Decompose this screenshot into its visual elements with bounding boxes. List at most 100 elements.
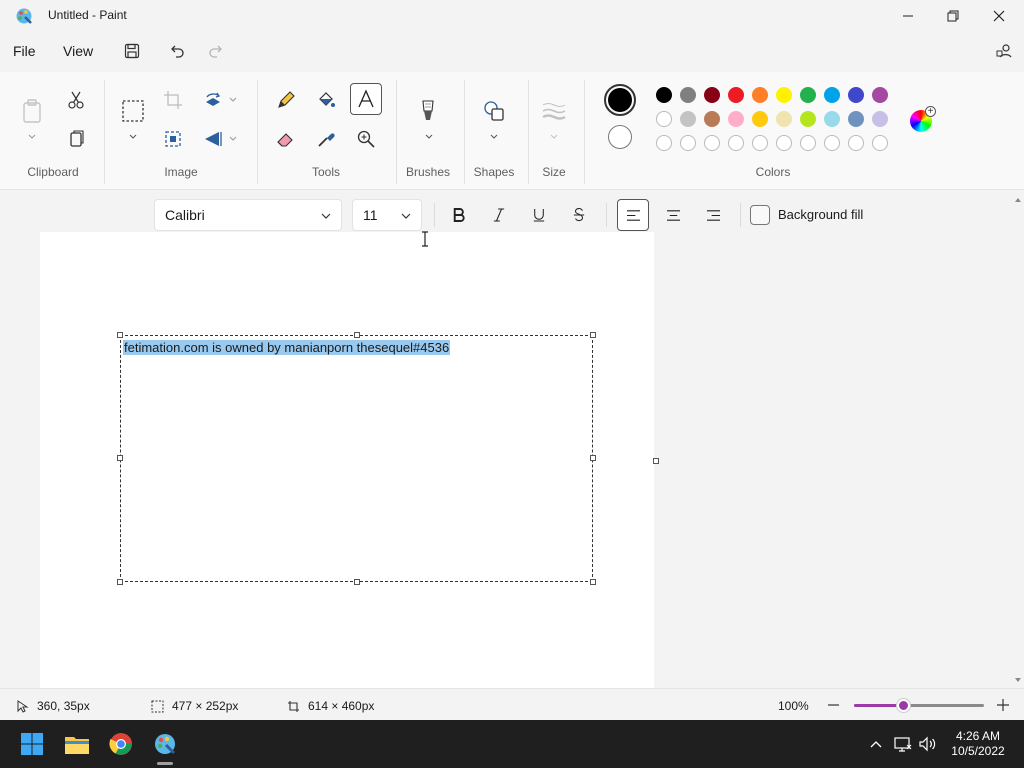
font-family-dropdown[interactable]: Calibri [154, 199, 342, 231]
custom-color-slot[interactable] [704, 135, 720, 151]
chrome-icon[interactable] [107, 730, 135, 758]
size-icon[interactable] [539, 96, 569, 126]
selected-text[interactable]: fetimation.com is owned by manianporn th… [123, 340, 451, 355]
color-swatch[interactable] [824, 87, 840, 103]
custom-color-slot[interactable] [728, 135, 744, 151]
drawing-canvas[interactable]: fetimation.com is owned by manianporn th… [40, 232, 659, 688]
color-swatch[interactable] [656, 111, 672, 127]
fill-icon[interactable] [311, 85, 341, 115]
color-swatch[interactable] [776, 87, 792, 103]
resize-handle-top[interactable] [354, 332, 360, 338]
custom-color-slot[interactable] [848, 135, 864, 151]
restore-button[interactable] [930, 0, 976, 32]
color-swatch[interactable] [680, 87, 696, 103]
file-explorer-icon[interactable] [63, 730, 91, 758]
custom-color-slot[interactable] [872, 135, 888, 151]
underline-button[interactable] [523, 199, 555, 231]
show-hidden-icons-chevron-icon[interactable] [866, 734, 886, 754]
resize-icon[interactable] [158, 124, 188, 154]
custom-color-slot[interactable] [656, 135, 672, 151]
canvas-resize-handle[interactable] [653, 458, 659, 464]
minimize-button[interactable] [885, 0, 931, 32]
color-swatch[interactable] [704, 87, 720, 103]
select-rectangle-icon[interactable] [116, 94, 150, 128]
network-icon[interactable] [893, 734, 913, 754]
resize-handle-bottom-left[interactable] [117, 579, 123, 585]
flip-chevron-icon[interactable] [229, 136, 237, 142]
color-swatch[interactable] [848, 87, 864, 103]
edit-colors-icon[interactable]: + [910, 106, 936, 132]
resize-handle-top-right[interactable] [590, 332, 596, 338]
zoom-slider-thumb[interactable] [897, 699, 911, 712]
taskbar-clock[interactable]: 4:26 AM 10/5/2022 [945, 729, 1011, 759]
resize-handle-left[interactable] [117, 455, 123, 461]
color-swatch[interactable] [776, 111, 792, 127]
close-button[interactable] [976, 0, 1022, 32]
eraser-icon[interactable] [271, 124, 301, 154]
color-swatch[interactable] [800, 111, 816, 127]
pencil-icon[interactable] [271, 85, 301, 115]
zoom-out-icon[interactable] [828, 704, 839, 706]
custom-color-slot[interactable] [680, 135, 696, 151]
color-swatch[interactable] [752, 87, 768, 103]
redo-icon[interactable] [206, 41, 226, 61]
align-center-button[interactable] [657, 199, 689, 231]
select-chevron-icon[interactable] [129, 134, 137, 140]
save-icon[interactable] [122, 41, 142, 61]
shapes-chevron-icon[interactable] [490, 134, 498, 140]
magnifier-icon[interactable] [351, 124, 381, 154]
secondary-color-selector[interactable] [608, 125, 632, 149]
brushes-chevron-icon[interactable] [425, 134, 433, 140]
color-swatch[interactable] [656, 87, 672, 103]
color-swatch[interactable] [872, 111, 888, 127]
brush-icon[interactable] [413, 94, 443, 128]
size-chevron-icon[interactable] [550, 134, 558, 140]
menu-view[interactable]: View [63, 43, 93, 59]
start-menu-icon[interactable] [18, 730, 46, 758]
flip-icon[interactable] [198, 124, 228, 154]
crop-icon[interactable] [158, 85, 188, 115]
strikethrough-button[interactable] [563, 199, 595, 231]
zoom-in-icon[interactable] [997, 699, 1009, 711]
color-swatch[interactable] [800, 87, 816, 103]
text-box[interactable]: fetimation.com is owned by manianporn th… [117, 332, 596, 585]
copy-icon[interactable] [61, 124, 91, 154]
custom-color-slot[interactable] [824, 135, 840, 151]
shapes-icon[interactable] [479, 96, 509, 126]
undo-icon[interactable] [167, 41, 187, 61]
resize-handle-bottom-right[interactable] [590, 579, 596, 585]
color-swatch[interactable] [728, 111, 744, 127]
color-picker-icon[interactable] [311, 124, 341, 154]
rotate-icon[interactable] [198, 85, 228, 115]
custom-color-slot[interactable] [800, 135, 816, 151]
paste-chevron-icon[interactable] [28, 134, 36, 140]
font-size-dropdown[interactable]: 11 [352, 199, 422, 231]
volume-icon[interactable] [918, 734, 938, 754]
custom-color-slot[interactable] [776, 135, 792, 151]
color-swatch[interactable] [680, 111, 696, 127]
vertical-scrollbar[interactable] [1012, 191, 1024, 688]
color-swatch[interactable] [848, 111, 864, 127]
align-left-button[interactable] [617, 199, 649, 231]
bold-button[interactable] [443, 199, 475, 231]
align-right-button[interactable] [697, 199, 729, 231]
color-swatch[interactable] [704, 111, 720, 127]
color-swatch[interactable] [824, 111, 840, 127]
background-fill-checkbox[interactable] [750, 205, 770, 225]
rotate-chevron-icon[interactable] [229, 97, 237, 103]
color-swatch[interactable] [752, 111, 768, 127]
scroll-down-icon[interactable] [1014, 676, 1022, 684]
resize-handle-right[interactable] [590, 455, 596, 461]
zoom-slider[interactable] [854, 699, 984, 712]
paste-icon[interactable] [17, 94, 47, 128]
color-swatch[interactable] [872, 87, 888, 103]
text-tool-icon[interactable] [350, 83, 382, 115]
scroll-up-icon[interactable] [1014, 196, 1022, 204]
menu-file[interactable]: File [13, 43, 36, 59]
primary-color-selector[interactable] [604, 84, 636, 116]
paint-taskbar-icon[interactable] [151, 730, 179, 758]
cut-icon[interactable] [61, 85, 91, 115]
custom-color-slot[interactable] [752, 135, 768, 151]
account-icon[interactable] [994, 41, 1014, 61]
color-swatch[interactable] [728, 87, 744, 103]
